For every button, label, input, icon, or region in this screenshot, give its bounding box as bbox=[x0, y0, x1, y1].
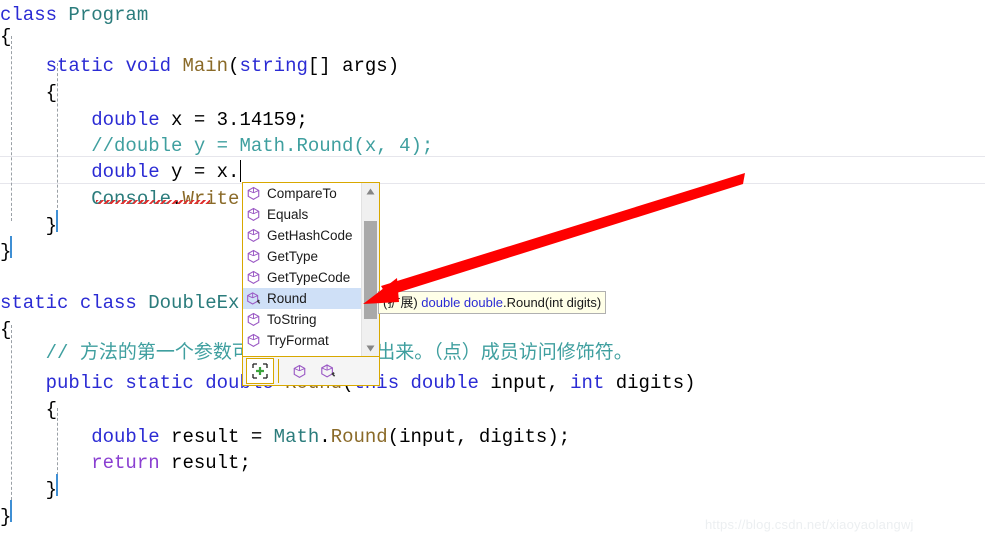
method-icon bbox=[246, 333, 262, 349]
scroll-up-arrow[interactable] bbox=[362, 183, 379, 200]
code-token: //double y = Math.Round(x, 4); bbox=[0, 135, 434, 157]
code-token: int bbox=[570, 372, 616, 394]
code-token: { bbox=[0, 399, 58, 421]
code-editor[interactable]: class Program{ static void Main(string[]… bbox=[0, 0, 985, 544]
code-token: DoubleEx bbox=[148, 292, 240, 314]
code-token: 3.14159; bbox=[216, 109, 308, 131]
completion-item-label: CompareTo bbox=[267, 186, 337, 201]
code-token: . bbox=[319, 426, 331, 448]
watermark: https://blog.csdn.net/xiaoyaolangwj bbox=[705, 517, 914, 532]
scroll-down-arrow[interactable] bbox=[362, 340, 379, 357]
code-token: x = bbox=[171, 109, 217, 131]
code-token: Write bbox=[182, 188, 240, 210]
error-squiggle bbox=[96, 200, 210, 204]
completion-item[interactable]: GetTypeCode bbox=[243, 267, 362, 288]
code-token: . bbox=[171, 188, 183, 210]
completion-list[interactable]: CompareTo Equals GetHashCode GetType GetType… bbox=[243, 183, 362, 357]
code-token: static bbox=[45, 55, 126, 77]
method-icon bbox=[246, 186, 262, 202]
completion-item[interactable]: Equals bbox=[243, 204, 362, 225]
code-token: Math bbox=[273, 426, 320, 448]
method-icon[interactable] bbox=[286, 359, 312, 383]
method-icon bbox=[246, 249, 262, 265]
completion-item[interactable]: CompareTo bbox=[243, 183, 362, 204]
code-token: result; bbox=[171, 452, 251, 474]
code-token: { bbox=[0, 26, 12, 48]
method-icon bbox=[246, 207, 262, 223]
code-token: string bbox=[239, 55, 308, 77]
code-token: { bbox=[0, 82, 58, 104]
code-token: } bbox=[0, 241, 12, 263]
tooltip-rest: .Round(int digits) bbox=[502, 295, 602, 310]
code-token: y = x. bbox=[171, 161, 240, 183]
completion-item[interactable]: ToString bbox=[243, 309, 362, 330]
code-token: } bbox=[0, 479, 58, 501]
completion-item[interactable]: GetType bbox=[243, 246, 362, 267]
completion-item[interactable]: Round bbox=[243, 288, 362, 309]
tooltip-prefix: (扩展) bbox=[383, 295, 422, 310]
code-token: } bbox=[0, 506, 12, 528]
code-token: [] args) bbox=[307, 55, 400, 77]
tooltip-type: double double bbox=[421, 295, 503, 310]
code-token: (input, digits); bbox=[387, 426, 571, 448]
code-token: Console bbox=[91, 188, 172, 210]
completion-item-label: GetTypeCode bbox=[267, 270, 351, 285]
code-token: result = bbox=[171, 426, 274, 448]
completion-item-label: ToString bbox=[267, 312, 317, 327]
signature-tooltip: (扩展) double double.Round(int digits) bbox=[378, 291, 607, 314]
code-token: digits) bbox=[615, 372, 696, 394]
code-line: } bbox=[0, 237, 985, 268]
method-icon bbox=[246, 270, 262, 286]
intellisense-popup[interactable]: CompareTo Equals GetHashCode GetType GetType… bbox=[242, 182, 380, 386]
completion-item[interactable]: TryFormat bbox=[243, 330, 362, 351]
code-token: input, bbox=[490, 372, 571, 394]
extension-method-icon bbox=[246, 291, 262, 307]
footer-divider bbox=[278, 359, 279, 383]
completion-item-label: Equals bbox=[267, 207, 309, 222]
code-token: ( bbox=[228, 55, 240, 77]
scrollbar-thumb[interactable] bbox=[364, 221, 377, 319]
code-line: // 方法的第一个参数可以用点直接点.出来。（点）成员访问修饰符。 bbox=[0, 338, 985, 369]
code-token: return bbox=[91, 452, 172, 474]
code-token: double bbox=[91, 161, 172, 183]
completion-item-label: TryFormat bbox=[267, 333, 329, 348]
code-token: double bbox=[91, 426, 172, 448]
completion-item-label: GetHashCode bbox=[267, 228, 353, 243]
method-icon bbox=[246, 228, 262, 244]
completion-item-label: Round bbox=[267, 291, 307, 306]
text-caret bbox=[240, 160, 241, 182]
code-token: } bbox=[0, 215, 58, 237]
code-token: Round bbox=[330, 426, 388, 448]
method-icon bbox=[246, 312, 262, 328]
code-token: static class bbox=[0, 292, 149, 314]
extension-method-icon[interactable] bbox=[315, 359, 341, 383]
code-token: Main bbox=[182, 55, 229, 77]
expand-icon[interactable] bbox=[246, 358, 274, 384]
completion-footer[interactable] bbox=[243, 356, 379, 385]
completion-item[interactable]: GetHashCode bbox=[243, 225, 362, 246]
code-token: double bbox=[91, 109, 172, 131]
code-token: void bbox=[125, 55, 183, 77]
completion-item-label: GetType bbox=[267, 249, 319, 264]
code-line: { bbox=[0, 22, 985, 53]
completion-scrollbar[interactable] bbox=[361, 183, 379, 357]
